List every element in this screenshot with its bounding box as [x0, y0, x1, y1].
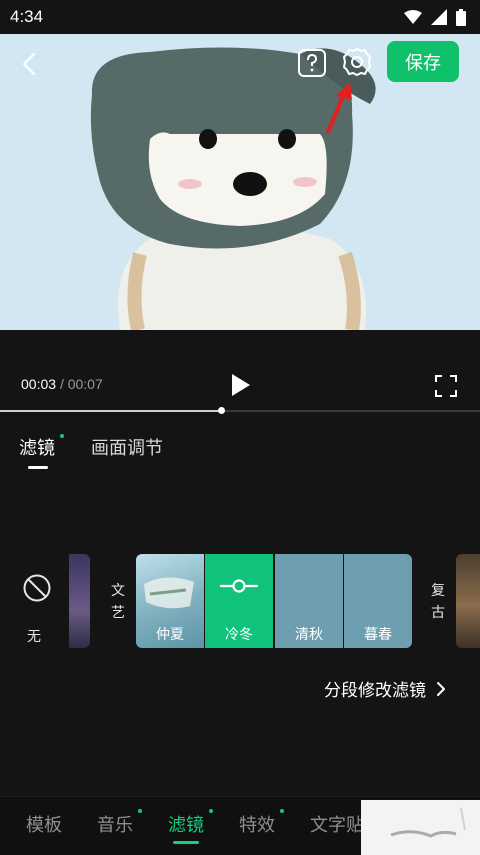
fullscreen-button[interactable] [434, 374, 458, 398]
red-arrow-annotation [326, 82, 352, 134]
filter-tile-muchun[interactable]: 暮春 [344, 554, 412, 648]
filter-intensity-slider-icon [219, 579, 259, 593]
tab-filter-dot [209, 809, 213, 813]
subtab-active-underline [28, 466, 48, 469]
subtab-filter[interactable]: 滤镜 [19, 434, 55, 460]
filter-thumb-partial-left[interactable] [69, 554, 90, 648]
filter-group-label-fugu: 复古 [431, 583, 445, 621]
chevron-right-icon [437, 681, 445, 696]
total-time: 00:07 [67, 376, 103, 392]
segment-edit-filter-label: 分段修改滤镜 [324, 681, 426, 701]
no-filter-label: 无 [27, 629, 41, 645]
back-button[interactable] [14, 48, 46, 80]
no-filter-icon[interactable] [20, 573, 54, 603]
current-time: 00:03 [21, 376, 57, 392]
time-separator: / [59, 376, 64, 392]
filter-tile-zhongxia-thumbnail [144, 577, 194, 609]
tab-template[interactable]: 模板 [26, 811, 62, 837]
status-bar: 4:34 [0, 0, 480, 34]
thumbnail-sketch-image [361, 800, 480, 855]
screenshot-thumbnail-overlay[interactable] [361, 800, 480, 855]
filter-tile-muchun-label: 暮春 [364, 627, 392, 643]
progress-fill [0, 410, 221, 412]
filter-subtabs: 滤镜 画面调节 [0, 430, 480, 474]
filter-group-label-wenyi: 文艺 [111, 583, 125, 621]
filter-thumb-partial-right[interactable] [456, 554, 480, 648]
status-icons [404, 8, 466, 26]
battery-icon [456, 8, 466, 26]
filter-strip: 无 文艺 仲夏 冷冬 清秋 暮春 复古 [0, 554, 480, 649]
settings-gear-button[interactable] [340, 45, 374, 79]
editor-screen: 4:34 保存 00:03 / 00:07 滤镜 画面调节 无 文 艺 仲夏 冷… [0, 0, 480, 855]
tab-effects[interactable]: 特效 [239, 811, 275, 837]
bottom-tab-active-underline [173, 841, 199, 844]
filter-tile-zhongxia-label: 仲夏 [156, 627, 184, 643]
filter-tile-lengdong[interactable]: 冷冬 [205, 554, 273, 648]
subtab-image-adjust[interactable]: 画面调节 [91, 434, 163, 460]
playback-bar: 00:03 / 00:07 [0, 362, 480, 408]
filter-tile-qingqiu-label: 清秋 [295, 627, 323, 643]
filter-tile-qingqiu[interactable]: 清秋 [275, 554, 343, 648]
tab-music[interactable]: 音乐 [97, 811, 133, 837]
subtab-filter-dot [60, 434, 64, 438]
tab-text-sticker[interactable]: 文字贴 [310, 811, 364, 837]
tab-filter[interactable]: 滤镜 [168, 811, 204, 837]
play-button[interactable] [228, 372, 252, 398]
progress-knob[interactable] [217, 407, 225, 414]
help-button[interactable] [297, 48, 327, 78]
save-button[interactable]: 保存 [387, 41, 459, 82]
wifi-icon [404, 9, 422, 24]
filter-tile-zhongxia[interactable]: 仲夏 [136, 554, 204, 648]
tab-effects-dot [280, 809, 284, 813]
tab-music-dot [138, 809, 142, 813]
playback-progress[interactable] [0, 407, 480, 414]
signal-icon [431, 9, 447, 25]
timecode: 00:03 / 00:07 [21, 376, 103, 392]
filter-tile-lengdong-label: 冷冬 [205, 622, 273, 648]
segment-edit-filter-link[interactable]: 分段修改滤镜 [324, 676, 446, 701]
status-time: 4:34 [10, 7, 44, 26]
